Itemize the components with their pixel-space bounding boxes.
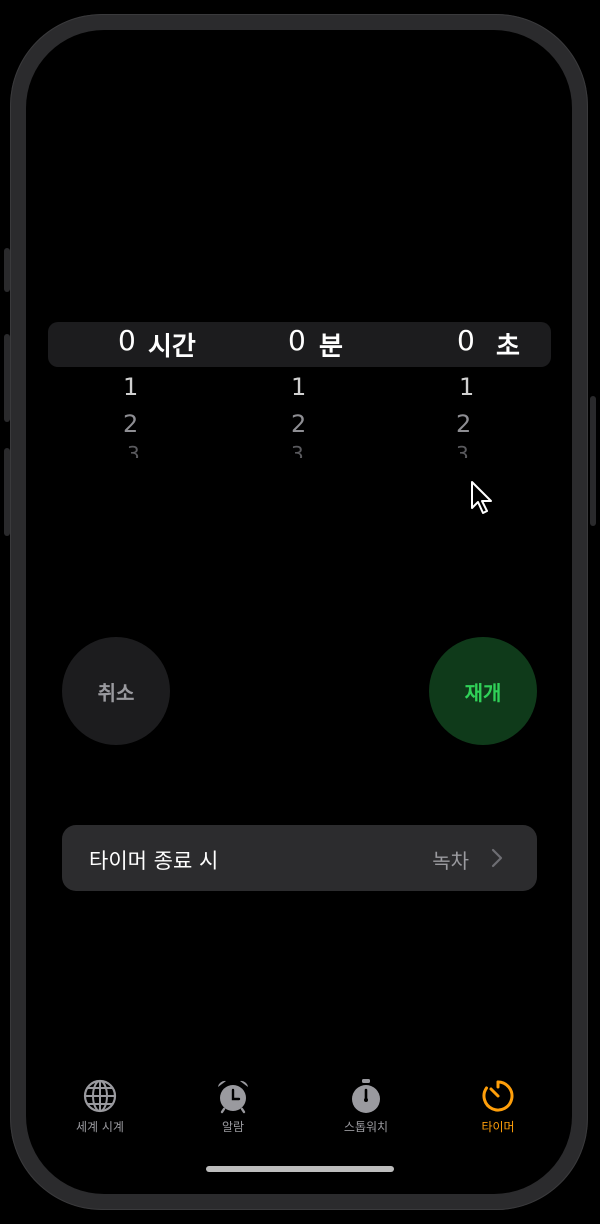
resume-button-label: 재개	[464, 680, 502, 705]
hours-option: 1	[123, 373, 139, 401]
stopwatch-icon	[352, 1079, 380, 1113]
timer-end-label: 타이머 종료 시	[89, 849, 219, 873]
seconds-option: 2	[456, 410, 472, 438]
tab-alarm[interactable]: 알람	[178, 1078, 288, 1135]
cancel-button[interactable]: 취소	[62, 637, 170, 745]
tab-timer[interactable]: 타이머	[443, 1078, 553, 1135]
minutes-unit: 분	[319, 332, 343, 362]
minutes-option: 2	[291, 410, 307, 438]
mouse-cursor-icon	[471, 481, 492, 514]
hours-option: 2	[123, 410, 139, 438]
screen	[26, 30, 572, 1194]
alarm-clock-icon	[218, 1080, 248, 1114]
tab-world-clock[interactable]: 세계 시계	[45, 1078, 155, 1135]
home-indicator[interactable]	[206, 1166, 394, 1172]
seconds-selected: 0	[457, 324, 475, 357]
seconds-unit: 초	[496, 332, 520, 362]
hours-unit: 시간	[148, 332, 196, 362]
timer-icon	[482, 1080, 514, 1112]
minutes-selected: 0	[288, 324, 306, 357]
tab-label: 타이머	[481, 1120, 515, 1134]
volume-up-button	[4, 334, 10, 422]
cancel-button-label: 취소	[97, 680, 135, 705]
minutes-option: 1	[291, 373, 307, 401]
volume-down-button	[4, 448, 10, 536]
power-button	[590, 396, 596, 526]
tab-label: 세계 시계	[76, 1120, 124, 1134]
timer-end-sound-row[interactable]: 타이머 종료 시 녹차	[62, 825, 537, 891]
resume-button[interactable]: 재개	[429, 637, 537, 745]
minutes-option: 3	[291, 442, 304, 458]
hours-selected: 0	[118, 324, 136, 357]
tab-label: 스톱워치	[343, 1120, 389, 1134]
hours-option: 3	[127, 442, 140, 458]
tab-label: 알람	[221, 1120, 245, 1134]
chevron-right-icon	[491, 848, 503, 868]
seconds-option: 3	[456, 442, 469, 458]
seconds-option: 1	[459, 373, 475, 401]
tab-stopwatch[interactable]: 스톱워치	[311, 1078, 421, 1135]
phone-frame	[10, 14, 588, 1210]
action-button	[4, 248, 10, 292]
timer-end-value: 녹차	[432, 849, 469, 873]
globe-icon	[83, 1079, 117, 1113]
